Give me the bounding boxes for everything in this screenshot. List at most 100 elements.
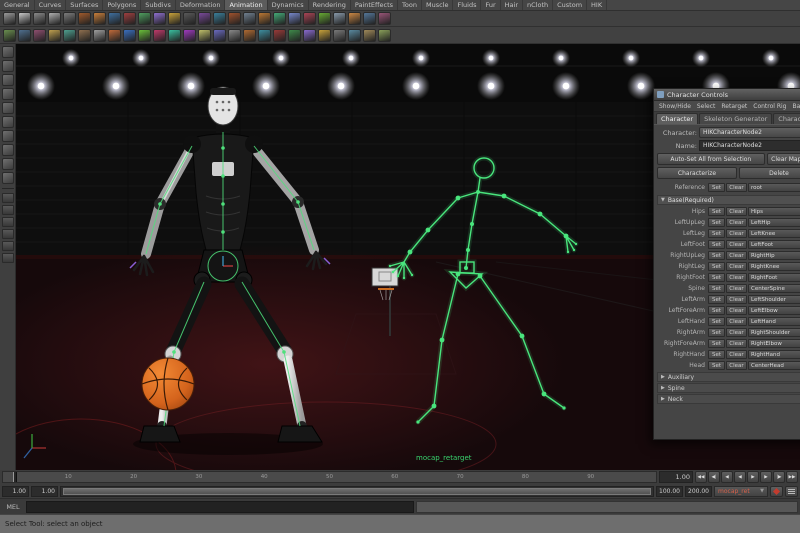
shelf-icon-2-3[interactable] (33, 29, 46, 42)
shelf-icon-2-7[interactable] (93, 29, 106, 42)
shelf-tab-ncloth[interactable]: nCloth (523, 0, 553, 11)
shelf-tab-general[interactable]: General (0, 0, 35, 11)
hik-value-button[interactable]: LeftKnee (748, 229, 800, 238)
hik-value-button[interactable]: LeftHand (748, 317, 800, 326)
shelf-icon-2-25[interactable] (363, 29, 376, 42)
shelf-icon-1-17[interactable] (243, 12, 256, 25)
playback-end-field[interactable]: 100.00 (656, 486, 683, 497)
shelf-icon-1-23[interactable] (333, 12, 346, 25)
shelf-icon-2-9[interactable] (123, 29, 136, 42)
shelf-icon-1-14[interactable] (198, 12, 211, 25)
hik-set-button[interactable]: Set (708, 273, 725, 282)
shelf-icon-1-20[interactable] (288, 12, 301, 25)
shelf-icon-2-22[interactable] (318, 29, 331, 42)
current-time-field[interactable]: 1.00 (659, 471, 693, 483)
hik-set-button[interactable]: Set (708, 251, 725, 260)
animation-end-field[interactable]: 200.00 (685, 486, 712, 497)
hik-menu-bake[interactable]: Bake (790, 103, 800, 110)
shelf-icon-1-10[interactable] (138, 12, 151, 25)
persp-outliner-layout[interactable] (2, 217, 14, 227)
hik-clear-button[interactable]: Clear (726, 273, 747, 282)
hik-set-button[interactable]: Set (708, 306, 725, 315)
hik-set-button[interactable]: Set (708, 262, 725, 271)
hik-tab-character-pipe[interactable]: Character Pipe (773, 113, 800, 124)
hik-set-button[interactable]: Set (708, 229, 725, 238)
hik-set-button[interactable]: Set (708, 207, 725, 216)
shelf-icon-1-2[interactable] (18, 12, 31, 25)
shelf-icon-1-25[interactable] (363, 12, 376, 25)
scale-tool[interactable] (2, 116, 14, 128)
reference-value-button[interactable]: root (748, 183, 800, 192)
shelf-icon-1-21[interactable] (303, 12, 316, 25)
shelf-icon-1-19[interactable] (273, 12, 286, 25)
hik-set-button[interactable]: Set (708, 240, 725, 249)
shelf-tab-custom[interactable]: Custom (553, 0, 587, 11)
select-tool[interactable] (2, 46, 14, 58)
shelf-icon-2-18[interactable] (258, 29, 271, 42)
move-tool[interactable] (2, 88, 14, 100)
hik-clear-button[interactable]: Clear (726, 328, 747, 337)
shelf-tab-hik[interactable]: HIK (587, 0, 607, 11)
hik-value-button[interactable]: RightKnee (748, 262, 800, 271)
reference-set-button[interactable]: Set (708, 183, 725, 192)
shelf-icon-2-12[interactable] (168, 29, 181, 42)
animation-start-field[interactable]: 1.00 (2, 486, 29, 497)
hik-value-button[interactable]: CenterHead (748, 361, 800, 370)
shelf-icon-1-8[interactable] (108, 12, 121, 25)
shelf-icon-2-16[interactable] (228, 29, 241, 42)
hik-section-spine[interactable]: ▶Spine (657, 383, 800, 393)
hik-section-neck[interactable]: ▶Neck (657, 394, 800, 404)
shelf-icon-2-23[interactable] (333, 29, 346, 42)
shelf-tab-surfaces[interactable]: Surfaces (66, 0, 103, 11)
show-manipulator-tool[interactable] (2, 158, 14, 170)
character-set-menu[interactable]: mocap_ret ▼ (714, 486, 768, 497)
hik-clear-button[interactable]: Clear (726, 207, 747, 216)
shelf-icon-2-17[interactable] (243, 29, 256, 42)
shelf-icon-1-1[interactable] (3, 12, 16, 25)
shelf-tab-fur[interactable]: Fur (481, 0, 500, 11)
shelf-icon-1-9[interactable] (123, 12, 136, 25)
auto-keyframe-button[interactable] (770, 486, 783, 497)
hik-clear-button[interactable]: Clear (726, 240, 747, 249)
characterize-button[interactable]: Characterize (657, 167, 737, 179)
hik-menu-select[interactable]: Select (694, 103, 719, 110)
shelf-icon-1-11[interactable] (153, 12, 166, 25)
step-forward-key-button[interactable]: |▶ (773, 471, 785, 483)
animation-preferences-button[interactable] (785, 486, 798, 497)
universal-manipulator-tool[interactable] (2, 130, 14, 142)
clear-mapping-button[interactable]: Clear Mapping (767, 153, 800, 165)
hik-value-button[interactable]: LeftHip (748, 218, 800, 227)
command-line-input[interactable] (26, 501, 414, 513)
character-dropdown[interactable]: HIKCharacterNode2 ▼ (699, 127, 800, 138)
shelf-tab-polygons[interactable]: Polygons (103, 0, 141, 11)
shelf-tab-subdivs[interactable]: Subdivs (141, 0, 176, 11)
hik-clear-button[interactable]: Clear (726, 295, 747, 304)
outliner-layout[interactable] (2, 253, 14, 263)
hik-set-button[interactable]: Set (708, 361, 725, 370)
shelf-icon-1-24[interactable] (348, 12, 361, 25)
hik-clear-button[interactable]: Clear (726, 339, 747, 348)
hik-value-button[interactable]: LeftElbow (748, 306, 800, 315)
shelf-icon-1-22[interactable] (318, 12, 331, 25)
shelf-icon-1-26[interactable] (378, 12, 391, 25)
shelf-icon-1-7[interactable] (93, 12, 106, 25)
shelf-icon-1-13[interactable] (183, 12, 196, 25)
shelf-tab-deformation[interactable]: Deformation (176, 0, 226, 11)
name-field[interactable]: HIKCharacterNode2 (699, 140, 800, 151)
hik-value-button[interactable]: CenterSpine (748, 284, 800, 293)
play-forward-button[interactable]: ▶ (747, 471, 759, 483)
four-pane-layout[interactable] (2, 205, 14, 215)
hik-section-auxiliary[interactable]: ▶Auxiliary (657, 372, 800, 382)
shelf-icon-2-11[interactable] (153, 29, 166, 42)
shelf-tab-fluids[interactable]: Fluids (453, 0, 481, 11)
shelf-icon-2-21[interactable] (303, 29, 316, 42)
shelf-icon-2-26[interactable] (378, 29, 391, 42)
shelf-tab-rendering[interactable]: Rendering (309, 0, 351, 11)
hik-menu-retarget[interactable]: Retarget (718, 103, 750, 110)
hik-clear-button[interactable]: Clear (726, 350, 747, 359)
shelf-icon-2-4[interactable] (48, 29, 61, 42)
go-to-end-button[interactable]: ▶▶ (786, 471, 798, 483)
hik-set-button[interactable]: Set (708, 317, 725, 326)
hik-value-button[interactable]: RightHip (748, 251, 800, 260)
hik-value-button[interactable]: RightHand (748, 350, 800, 359)
